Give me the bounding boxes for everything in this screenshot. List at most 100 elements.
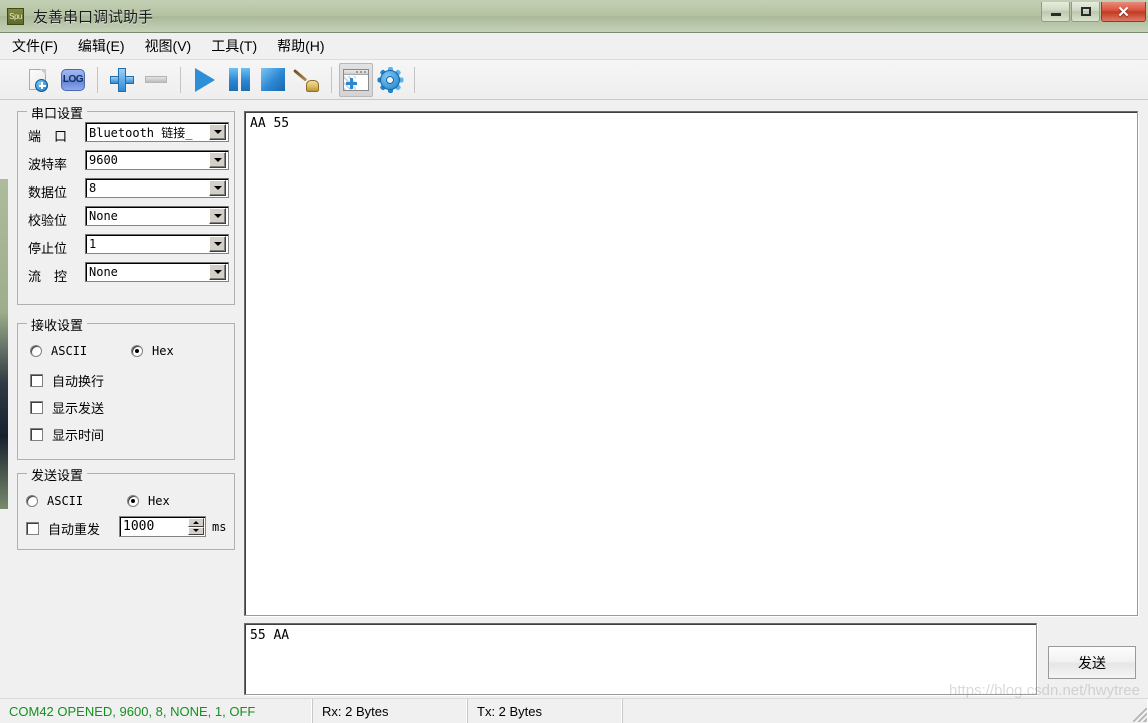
- baudrate-dropdown-button[interactable]: [209, 152, 226, 168]
- menu-bar: 文件(F) 编辑(E) 视图(V) 工具(T) 帮助(H): [0, 33, 1148, 60]
- play-icon: [195, 67, 215, 92]
- stepper-down-button[interactable]: [188, 526, 204, 535]
- stopbits-value: 1: [89, 237, 97, 251]
- maximize-button[interactable]: [1071, 2, 1100, 22]
- receive-ascii-radio[interactable]: ASCII: [30, 344, 87, 358]
- databits-dropdown-button[interactable]: [209, 180, 226, 196]
- toolbar-new-document-button[interactable]: [22, 63, 56, 97]
- auto-wrap-label: 自动换行: [52, 374, 105, 389]
- chevron-up-icon: [193, 520, 199, 524]
- toolbar-close-port-button[interactable]: [256, 63, 290, 97]
- toolbar-settings-button[interactable]: [373, 63, 407, 97]
- send-button[interactable]: 发送: [1048, 646, 1136, 679]
- menu-item-file[interactable]: 文件(F): [4, 33, 66, 59]
- stepper-buttons[interactable]: [188, 518, 204, 535]
- auto-wrap-checkbox[interactable]: 自动换行: [30, 371, 104, 390]
- resend-interval-unit: ms: [212, 520, 227, 534]
- send-textarea[interactable]: 55 AA: [244, 623, 1037, 695]
- send-settings-title: 发送设置: [27, 465, 88, 484]
- application-window: Spu 友善串口调试助手 ✕ 文件(F) 编辑(E) 视图(V) 工具(T) 帮…: [0, 0, 1148, 723]
- chevron-down-icon: [213, 242, 222, 246]
- chevron-down-icon: [193, 529, 199, 533]
- parity-combo[interactable]: None: [85, 206, 229, 226]
- parity-label: 校验位: [28, 213, 68, 228]
- minimize-button[interactable]: [1041, 2, 1070, 22]
- toolbar-clear-button[interactable]: [290, 63, 324, 97]
- send-text: 55 AA: [250, 628, 290, 643]
- close-icon: ✕: [1117, 3, 1130, 21]
- plus-icon: [110, 67, 134, 92]
- serial-settings-title: 串口设置: [27, 103, 88, 122]
- flowcontrol-dropdown-button[interactable]: [209, 264, 226, 280]
- new-document-icon: [28, 68, 50, 92]
- toolbar-add-button[interactable]: [105, 63, 139, 97]
- toolbar-separator: [97, 66, 98, 93]
- radio-indicator: [131, 345, 143, 357]
- minimize-icon: [1042, 2, 1069, 21]
- toolbar-separator: [414, 66, 415, 93]
- send-ascii-label: ASCII: [47, 494, 84, 508]
- stopbits-combo[interactable]: 1: [85, 234, 229, 254]
- menu-item-view[interactable]: 视图(V): [137, 33, 200, 59]
- show-send-checkbox[interactable]: 显示发送: [30, 398, 104, 417]
- databits-combo[interactable]: 8: [85, 178, 229, 198]
- title-bar: Spu 友善串口调试助手 ✕: [0, 0, 1148, 32]
- toolbar-pause-button[interactable]: [222, 63, 256, 97]
- stop-icon: [261, 68, 285, 91]
- receive-textarea[interactable]: AA 55: [244, 111, 1138, 616]
- port-label: 端 口: [28, 129, 68, 144]
- baudrate-combo[interactable]: 9600: [85, 150, 229, 170]
- receive-text: AA 55: [250, 116, 290, 131]
- stopbits-label: 停止位: [28, 241, 68, 256]
- chevron-down-icon: [213, 158, 222, 162]
- auto-resend-checkbox[interactable]: 自动重发: [26, 519, 100, 538]
- chevron-down-icon: [213, 186, 222, 190]
- status-tx-bytes: Tx: 2 Bytes: [467, 699, 622, 723]
- pause-icon: [228, 68, 250, 91]
- toolbar-new-window-button[interactable]: [339, 62, 373, 97]
- chevron-down-icon: [213, 130, 222, 134]
- toolbar-separator: [331, 66, 332, 93]
- resend-interval-stepper[interactable]: 1000: [119, 516, 206, 537]
- close-button[interactable]: ✕: [1101, 2, 1146, 22]
- menu-item-edit[interactable]: 编辑(E): [70, 33, 133, 59]
- flowcontrol-combo[interactable]: None: [85, 262, 229, 282]
- stepper-up-button[interactable]: [188, 518, 204, 527]
- toolbar-open-port-button[interactable]: [188, 63, 222, 97]
- status-connection: COM42 OPENED, 9600, 8, NONE, 1, OFF: [0, 699, 312, 723]
- baudrate-label: 波特率: [28, 157, 68, 172]
- menu-item-help[interactable]: 帮助(H): [269, 33, 332, 59]
- menu-item-tools[interactable]: 工具(T): [203, 33, 265, 59]
- checkbox-indicator: [30, 401, 43, 414]
- resize-grip[interactable]: [1133, 708, 1147, 722]
- receive-hex-radio[interactable]: Hex: [131, 344, 174, 358]
- window-add-icon: [343, 68, 369, 91]
- port-dropdown-button[interactable]: [209, 124, 226, 140]
- send-ascii-radio[interactable]: ASCII: [26, 494, 83, 508]
- baudrate-value: 9600: [89, 153, 118, 167]
- desktop-background-sliver: [0, 179, 8, 509]
- log-icon: LOG: [61, 68, 85, 91]
- port-combo[interactable]: Bluetooth 链接_: [85, 122, 229, 142]
- serial-settings-group: 串口设置 端 口 Bluetooth 链接_ 波特率 9600 数据位 8 校验…: [17, 103, 235, 305]
- status-bar: COM42 OPENED, 9600, 8, NONE, 1, OFF Rx: …: [0, 698, 1148, 723]
- radio-indicator: [30, 345, 42, 357]
- receive-settings-title: 接收设置: [27, 315, 88, 334]
- maximize-icon: [1072, 2, 1099, 21]
- toolbar: LOG: [0, 60, 1148, 100]
- show-time-checkbox[interactable]: 显示时间: [30, 425, 104, 444]
- send-hex-radio[interactable]: Hex: [127, 494, 170, 508]
- toolbar-log-button[interactable]: LOG: [56, 63, 90, 97]
- stopbits-dropdown-button[interactable]: [209, 236, 226, 252]
- toolbar-remove-button[interactable]: [139, 63, 173, 97]
- flowcontrol-label: 流 控: [28, 269, 68, 284]
- chevron-down-icon: [213, 270, 222, 274]
- databits-label: 数据位: [28, 185, 68, 200]
- show-send-label: 显示发送: [52, 401, 105, 416]
- receive-ascii-label: ASCII: [51, 344, 88, 358]
- minus-icon: [145, 76, 167, 83]
- receive-settings-group: 接收设置 ASCII Hex 自动换行 显示发送 显示时间: [17, 315, 235, 460]
- broom-icon: [293, 68, 320, 92]
- parity-dropdown-button[interactable]: [209, 208, 226, 224]
- port-value: Bluetooth 链接_: [89, 125, 193, 140]
